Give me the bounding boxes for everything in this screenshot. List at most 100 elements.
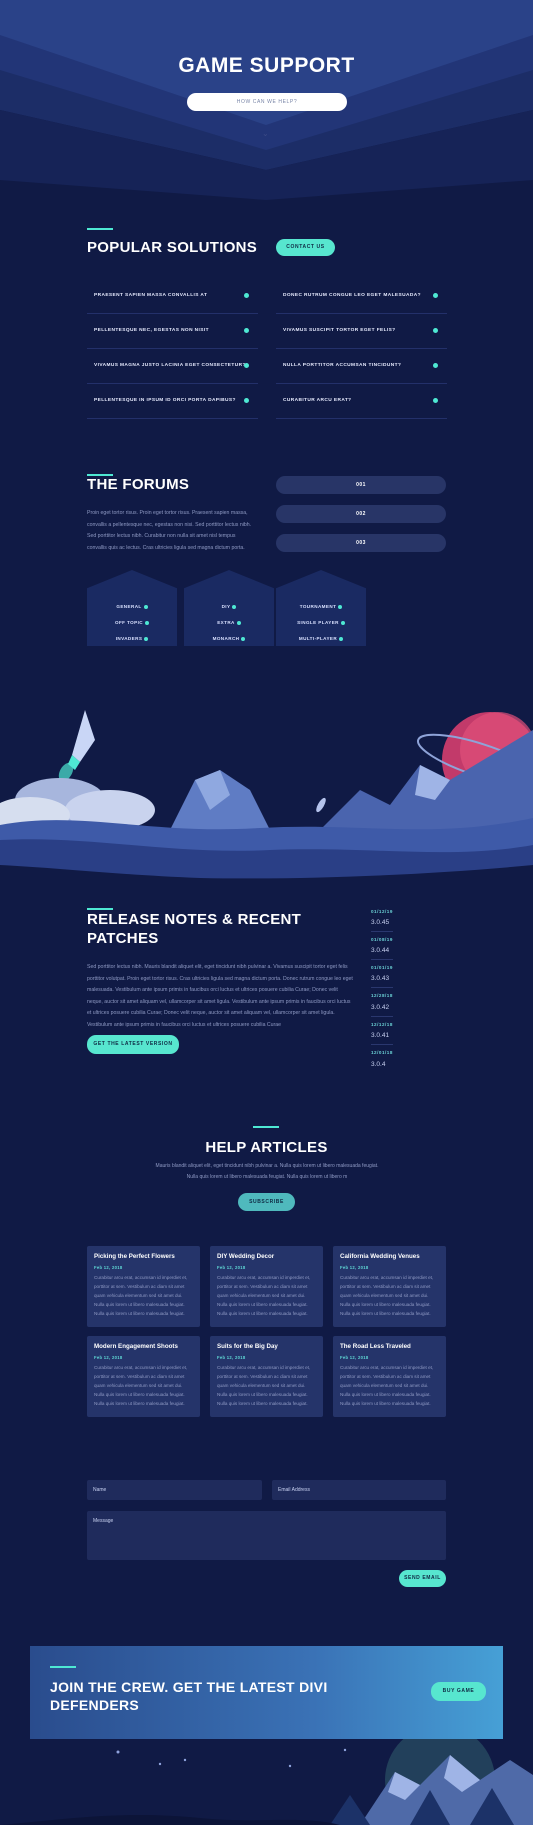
expand-dot-icon bbox=[244, 398, 249, 403]
rocket-icon bbox=[58, 710, 95, 782]
version-number[interactable]: 3.0.44 bbox=[371, 947, 389, 954]
help-description: Mauris blandit aliquet elit, eget tincid… bbox=[155, 1163, 379, 1180]
article-excerpt: Curabitur arcu erat, accumsan id imperdi… bbox=[94, 1365, 188, 1406]
version-date: 12/12/18 bbox=[371, 1022, 393, 1027]
forum-link-label: EXTRA bbox=[217, 620, 235, 625]
solution-item[interactable]: DONEC RUTRUM CONGUE LEO EGET MALESUADA? bbox=[276, 279, 447, 314]
divider bbox=[371, 987, 393, 988]
section-accent-line bbox=[253, 1126, 279, 1128]
contact-us-button[interactable]: CONTACT US bbox=[276, 239, 335, 256]
article-excerpt: Curabitur arcu erat, accumsan id imperdi… bbox=[340, 1275, 434, 1316]
forum-link-label: INVADERS bbox=[115, 636, 143, 641]
version-number[interactable]: 3.0.45 bbox=[371, 919, 389, 926]
version-date: 12/28/18 bbox=[371, 993, 393, 998]
article-title[interactable]: DIY Wedding Decor bbox=[217, 1253, 274, 1260]
forum-link-label: GENERAL bbox=[116, 604, 142, 609]
forum-link-label: SINGLE PLAYER bbox=[297, 620, 339, 625]
article-title[interactable]: The Road Less Traveled bbox=[340, 1343, 411, 1350]
version-number[interactable]: 3.0.42 bbox=[371, 1004, 389, 1011]
expand-dot-icon bbox=[433, 363, 438, 368]
divider bbox=[371, 1016, 393, 1017]
chevron-down-icon[interactable]: ⌄ bbox=[262, 129, 269, 138]
divider bbox=[371, 1044, 393, 1045]
solution-label: PELLENTESQUE IN IPSUM ID ORCI PORTA DAPI… bbox=[94, 398, 236, 403]
article-excerpt: Curabitur arcu erat, accumsan id imperdi… bbox=[217, 1275, 311, 1316]
forum-link[interactable]: SINGLE PLAYER bbox=[276, 620, 366, 625]
dot-icon bbox=[145, 620, 149, 625]
version-number[interactable]: 3.0.41 bbox=[371, 1032, 389, 1039]
version-date: 01/12/19 bbox=[371, 909, 393, 914]
article-card[interactable]: DIY Wedding Decor Feb 12, 2018 Curabitur… bbox=[210, 1246, 323, 1327]
subscribe-button[interactable]: SUBSCRIBE bbox=[238, 1193, 295, 1211]
solution-item[interactable]: VIVAMUS SUSCIPIT TORTOR EGET FELIS? bbox=[276, 314, 447, 349]
forum-link[interactable]: OFF TOPIC bbox=[87, 620, 177, 625]
send-email-button[interactable]: SEND EMAIL bbox=[399, 1570, 446, 1587]
solution-label: VIVAMUS MAGNA JUSTO LACINIA EGET CONSECT… bbox=[94, 363, 246, 368]
email-field[interactable]: Email Address bbox=[272, 1480, 446, 1500]
join-crew-banner: JOIN THE CREW. GET THE LATEST DIVI DEFEN… bbox=[30, 1646, 503, 1739]
article-card[interactable]: Modern Engagement Shoots Feb 12, 2018 Cu… bbox=[87, 1336, 200, 1417]
forum-link[interactable]: GENERAL bbox=[87, 604, 177, 609]
forum-pill-001[interactable]: 001 bbox=[276, 476, 446, 494]
forum-pill-003[interactable]: 003 bbox=[276, 534, 446, 552]
dot-icon bbox=[338, 604, 343, 609]
forum-group-card: DIY EXTRA MONARCH bbox=[184, 570, 274, 646]
article-title[interactable]: Modern Engagement Shoots bbox=[94, 1343, 178, 1350]
solution-label: PRAESENT SAPIEN MASSA CONVALLIS AT bbox=[94, 293, 208, 298]
article-date: Feb 12, 2018 bbox=[217, 1265, 246, 1270]
version-number[interactable]: 3.0.4 bbox=[371, 1061, 385, 1068]
forum-group-card: TOURNAMENT SINGLE PLAYER MULTI-PLAYER bbox=[276, 570, 366, 646]
message-field[interactable]: Message bbox=[87, 1511, 446, 1560]
forum-link[interactable]: MULTI-PLAYER bbox=[276, 636, 366, 641]
name-field[interactable]: Name bbox=[87, 1480, 262, 1500]
solution-label: PELLENTESQUE NEC, EGESTAS NON NISIT bbox=[94, 328, 209, 333]
article-date: Feb 12, 2018 bbox=[94, 1355, 123, 1360]
solution-item[interactable]: PRAESENT SAPIEN MASSA CONVALLIS AT bbox=[87, 279, 258, 314]
expand-dot-icon bbox=[244, 363, 249, 368]
forum-pill-002[interactable]: 002 bbox=[276, 505, 446, 523]
forum-link-label: MONARCH bbox=[212, 636, 240, 641]
dot-icon bbox=[340, 620, 345, 625]
solution-item[interactable]: VIVAMUS MAGNA JUSTO LACINIA EGET CONSECT… bbox=[87, 349, 258, 384]
forum-link[interactable]: DIY bbox=[184, 604, 274, 609]
forum-link[interactable]: EXTRA bbox=[184, 620, 274, 625]
solution-item[interactable]: PELLENTESQUE IN IPSUM ID ORCI PORTA DAPI… bbox=[87, 384, 258, 419]
forum-group-card: GENERAL OFF TOPIC INVADERS bbox=[87, 570, 177, 646]
forum-link[interactable]: TOURNAMENT bbox=[276, 604, 366, 609]
forum-link[interactable]: MONARCH bbox=[184, 636, 274, 641]
get-latest-version-button[interactable]: GET THE LATEST VERSION bbox=[87, 1035, 179, 1054]
forum-link-label: DIY bbox=[221, 604, 231, 609]
hero-section: GAME SUPPORT HOW CAN WE HELP? ⌄ bbox=[0, 0, 533, 200]
page-title: GAME SUPPORT bbox=[178, 54, 355, 77]
article-card[interactable]: Picking the Perfect Flowers Feb 12, 2018… bbox=[87, 1246, 200, 1327]
expand-dot-icon bbox=[433, 293, 438, 298]
buy-game-button[interactable]: BUY GAME bbox=[431, 1682, 486, 1701]
section-accent-line bbox=[87, 228, 113, 230]
article-title[interactable]: Picking the Perfect Flowers bbox=[94, 1253, 175, 1260]
dot-icon bbox=[232, 604, 237, 609]
article-card[interactable]: California Wedding Venues Feb 12, 2018 C… bbox=[333, 1246, 446, 1327]
solution-label: CURABITUR ARCU ERAT? bbox=[283, 398, 352, 403]
article-card[interactable]: The Road Less Traveled Feb 12, 2018 Cura… bbox=[333, 1336, 446, 1417]
section-accent-line bbox=[50, 1666, 76, 1668]
search-input[interactable]: HOW CAN WE HELP? bbox=[187, 93, 347, 111]
article-excerpt: Curabitur arcu erat, accumsan id imperdi… bbox=[94, 1275, 188, 1316]
article-date: Feb 12, 2018 bbox=[217, 1355, 246, 1360]
article-date: Feb 12, 2018 bbox=[340, 1265, 369, 1270]
solution-label: NULLA PORTTITOR ACCUMSAN TINCIDUNT? bbox=[283, 363, 402, 368]
dot-icon bbox=[339, 636, 344, 641]
version-date: 01/01/19 bbox=[371, 965, 393, 970]
forums-description: Proin eget tortor risus. Proin eget tort… bbox=[87, 510, 252, 551]
solution-item[interactable]: CURABITUR ARCU ERAT? bbox=[276, 384, 447, 419]
version-number[interactable]: 3.0.43 bbox=[371, 975, 389, 982]
forum-link[interactable]: INVADERS bbox=[87, 636, 177, 641]
article-title[interactable]: California Wedding Venues bbox=[340, 1253, 420, 1260]
solution-label: DONEC RUTRUM CONGUE LEO EGET MALESUADA? bbox=[283, 293, 421, 298]
solution-item[interactable]: PELLENTESQUE NEC, EGESTAS NON NISIT bbox=[87, 314, 258, 349]
article-title[interactable]: Suits for the Big Day bbox=[217, 1343, 278, 1350]
dot-icon bbox=[241, 636, 246, 641]
solution-item[interactable]: NULLA PORTTITOR ACCUMSAN TINCIDUNT? bbox=[276, 349, 447, 384]
solution-label: VIVAMUS SUSCIPIT TORTOR EGET FELIS? bbox=[283, 328, 396, 333]
article-excerpt: Curabitur arcu erat, accumsan id imperdi… bbox=[340, 1365, 434, 1406]
article-card[interactable]: Suits for the Big Day Feb 12, 2018 Curab… bbox=[210, 1336, 323, 1417]
